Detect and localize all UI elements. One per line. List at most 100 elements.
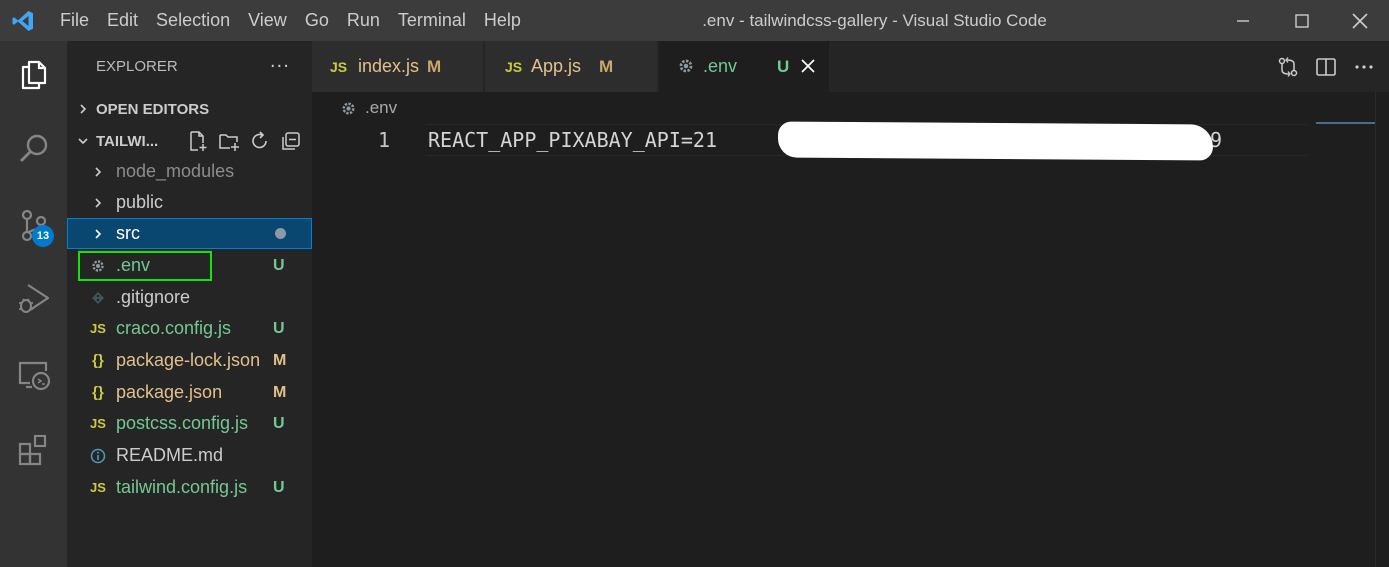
tab-label: index.js xyxy=(358,56,420,76)
run-debug-icon xyxy=(18,284,49,313)
source-control-badge: 13 xyxy=(32,225,54,247)
tree-item-craco-config[interactable]: JS craco.config.js U xyxy=(67,313,312,344)
remote-explorer-activity-button[interactable] xyxy=(0,347,67,403)
info-icon xyxy=(89,440,107,471)
run-debug-activity-button[interactable] xyxy=(0,271,67,327)
menu-edit[interactable]: Edit xyxy=(98,0,147,41)
javascript-icon: JS xyxy=(90,480,106,495)
collapse-all-icon[interactable] xyxy=(280,130,302,152)
gear-icon xyxy=(340,100,357,117)
line-number: 1 xyxy=(377,128,390,152)
file-name: public xyxy=(116,192,164,212)
extensions-icon xyxy=(18,434,46,466)
maximize-icon xyxy=(1295,13,1309,28)
tree-item-package-json[interactable]: {} package.json M xyxy=(67,377,312,408)
tree-item-postcss-config[interactable]: JS postcss.config.js U xyxy=(67,408,312,439)
code-line[interactable]: REACT_APP_PIXABAY_API=21 xyxy=(428,124,717,156)
menu-help[interactable]: Help xyxy=(475,0,530,41)
menu-selection[interactable]: Selection xyxy=(147,0,239,41)
javascript-icon: JS xyxy=(90,416,106,431)
tree-item-src[interactable]: src xyxy=(67,218,312,249)
close-icon xyxy=(801,59,815,73)
more-actions-icon[interactable] xyxy=(1353,56,1375,78)
close-window-button[interactable] xyxy=(1331,0,1389,41)
chevron-right-icon xyxy=(89,156,107,187)
more-actions-button[interactable]: ··· xyxy=(270,56,290,77)
source-control-activity-button[interactable]: 13 xyxy=(0,197,67,253)
tab-env[interactable]: .env U xyxy=(659,41,830,92)
minimize-icon xyxy=(1237,19,1249,22)
chevron-right-icon xyxy=(73,99,93,119)
modified-dot-icon xyxy=(275,228,286,239)
file-name: .gitignore xyxy=(116,287,191,307)
code-text-start: REACT_APP_PIXABAY_API=21 xyxy=(428,128,717,152)
git-status: U xyxy=(273,257,285,274)
git-status: U xyxy=(273,415,285,432)
activity-bar: 13 xyxy=(0,41,67,567)
json-icon: {} xyxy=(92,384,104,401)
vscode-logo-icon xyxy=(0,0,46,41)
tree-item-gitignore[interactable]: .gitignore xyxy=(67,282,312,313)
menu-go[interactable]: Go xyxy=(296,0,338,41)
editor-actions xyxy=(1277,41,1389,92)
open-changes-icon[interactable] xyxy=(1277,56,1299,78)
javascript-icon: JS xyxy=(330,58,348,75)
tab-label: App.js xyxy=(531,56,582,76)
menu-run[interactable]: Run xyxy=(338,0,389,41)
chevron-right-icon xyxy=(89,218,107,249)
tree-item-package-lock[interactable]: {} package-lock.json M xyxy=(67,345,312,376)
maximize-button[interactable] xyxy=(1273,0,1331,41)
tree-item-env[interactable]: .env U xyxy=(67,250,312,281)
menu-file[interactable]: File xyxy=(46,0,98,41)
file-name: tailwind.config.js xyxy=(116,477,248,497)
search-activity-button[interactable] xyxy=(0,121,67,177)
git-status: U xyxy=(273,320,285,337)
file-name: .env xyxy=(116,255,151,275)
breadcrumb: .env xyxy=(340,96,397,120)
menu-bar: File Edit Selection View Go Run Terminal… xyxy=(46,0,530,41)
minimap-viewport[interactable] xyxy=(1316,122,1375,124)
minimize-button[interactable] xyxy=(1214,0,1272,41)
menu-view[interactable]: View xyxy=(239,0,296,41)
file-name: postcss.config.js xyxy=(116,413,249,433)
tab-status: M xyxy=(427,56,442,76)
git-status: M xyxy=(273,352,287,369)
project-section[interactable]: TAILWI... xyxy=(67,125,312,157)
tab-status: M xyxy=(599,56,614,76)
file-name: README.md xyxy=(116,445,224,465)
search-icon xyxy=(19,134,47,162)
tab-index-js[interactable]: JS index.js M xyxy=(312,41,484,92)
extensions-activity-button[interactable] xyxy=(0,422,67,478)
refresh-icon[interactable] xyxy=(249,130,271,152)
files-icon xyxy=(21,60,46,90)
file-name: package-lock.json xyxy=(116,350,261,370)
gear-icon xyxy=(677,57,695,79)
tab-label: .env xyxy=(703,56,738,76)
tree-item-node-modules[interactable]: node_modules xyxy=(67,156,312,187)
git-icon xyxy=(89,282,107,313)
editor-scrollbar[interactable] xyxy=(1375,92,1389,567)
tree-item-readme[interactable]: README.md xyxy=(67,440,312,471)
new-folder-icon[interactable] xyxy=(218,130,240,152)
redaction-overlay xyxy=(777,121,1214,161)
title-bar: File Edit Selection View Go Run Terminal… xyxy=(0,0,1389,41)
chevron-down-icon xyxy=(73,131,93,151)
tab-app-js[interactable]: JS App.js M xyxy=(485,41,658,92)
tree-item-public[interactable]: public xyxy=(67,187,312,218)
editor-tab-bar: JS index.js M JS App.js M .env U xyxy=(312,41,1389,92)
new-file-icon[interactable] xyxy=(187,130,209,152)
breadcrumb-item[interactable]: .env xyxy=(365,98,397,118)
split-editor-icon[interactable] xyxy=(1315,56,1337,78)
git-status: M xyxy=(273,384,287,401)
javascript-icon: JS xyxy=(90,321,106,336)
project-label: TAILWI... xyxy=(96,132,159,150)
tab-status: U xyxy=(777,56,790,76)
javascript-icon: JS xyxy=(505,58,523,75)
open-editors-section[interactable]: OPEN EDITORS xyxy=(67,93,312,125)
explorer-activity-button[interactable] xyxy=(0,47,67,103)
menu-terminal[interactable]: Terminal xyxy=(389,0,475,41)
tree-item-tailwind-config[interactable]: JS tailwind.config.js U xyxy=(67,472,312,503)
open-editors-label: OPEN EDITORS xyxy=(96,100,210,118)
close-tab-button[interactable] xyxy=(800,58,816,78)
gear-icon xyxy=(89,250,107,281)
